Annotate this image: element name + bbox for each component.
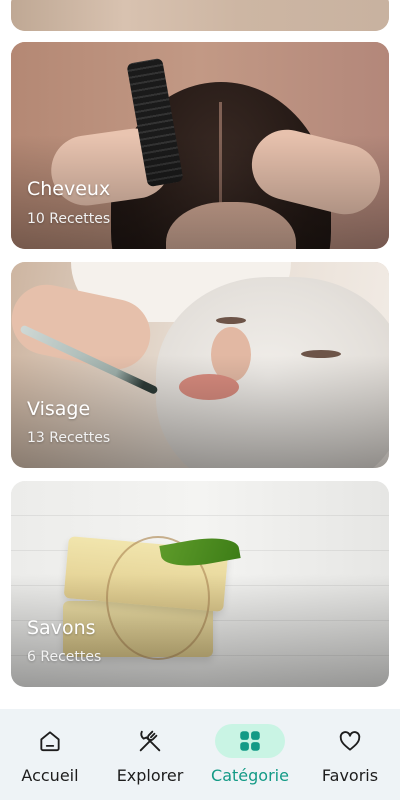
nav-label: Explorer [116, 766, 184, 785]
recipe-count: 6 Recettes [27, 649, 102, 665]
category-title: Cheveux [27, 178, 111, 200]
category-card-partial[interactable] [11, 0, 389, 31]
category-image [11, 0, 389, 31]
nav-icon-container [315, 724, 385, 758]
nav-item-explorer[interactable]: Explorer [100, 709, 200, 800]
heart-icon [337, 728, 363, 754]
category-card-savons[interactable]: Savons 6 Recettes [11, 481, 389, 687]
nav-label: Favoris [321, 766, 379, 785]
recipe-count: 10 Recettes [27, 211, 111, 227]
nav-icon-container [115, 724, 185, 758]
category-title: Visage [27, 398, 91, 420]
bottom-navigation: Accueil Explorer Catégorie Favoris [0, 709, 400, 800]
category-card-cheveux[interactable]: Cheveux 10 Recettes [11, 42, 389, 249]
nav-label: Accueil [21, 766, 79, 785]
nav-item-categorie[interactable]: Catégorie [200, 709, 300, 800]
recipe-count: 13 Recettes [27, 430, 111, 446]
nav-item-favoris[interactable]: Favoris [300, 709, 400, 800]
fork-knife-icon [136, 727, 164, 755]
category-card-visage[interactable]: Visage 13 Recettes [11, 262, 389, 468]
grid-icon [237, 728, 263, 754]
home-icon [37, 728, 63, 754]
nav-icon-container [15, 724, 85, 758]
nav-label: Catégorie [211, 766, 289, 785]
active-pill [215, 724, 285, 758]
nav-item-accueil[interactable]: Accueil [0, 709, 100, 800]
category-title: Savons [27, 617, 96, 639]
